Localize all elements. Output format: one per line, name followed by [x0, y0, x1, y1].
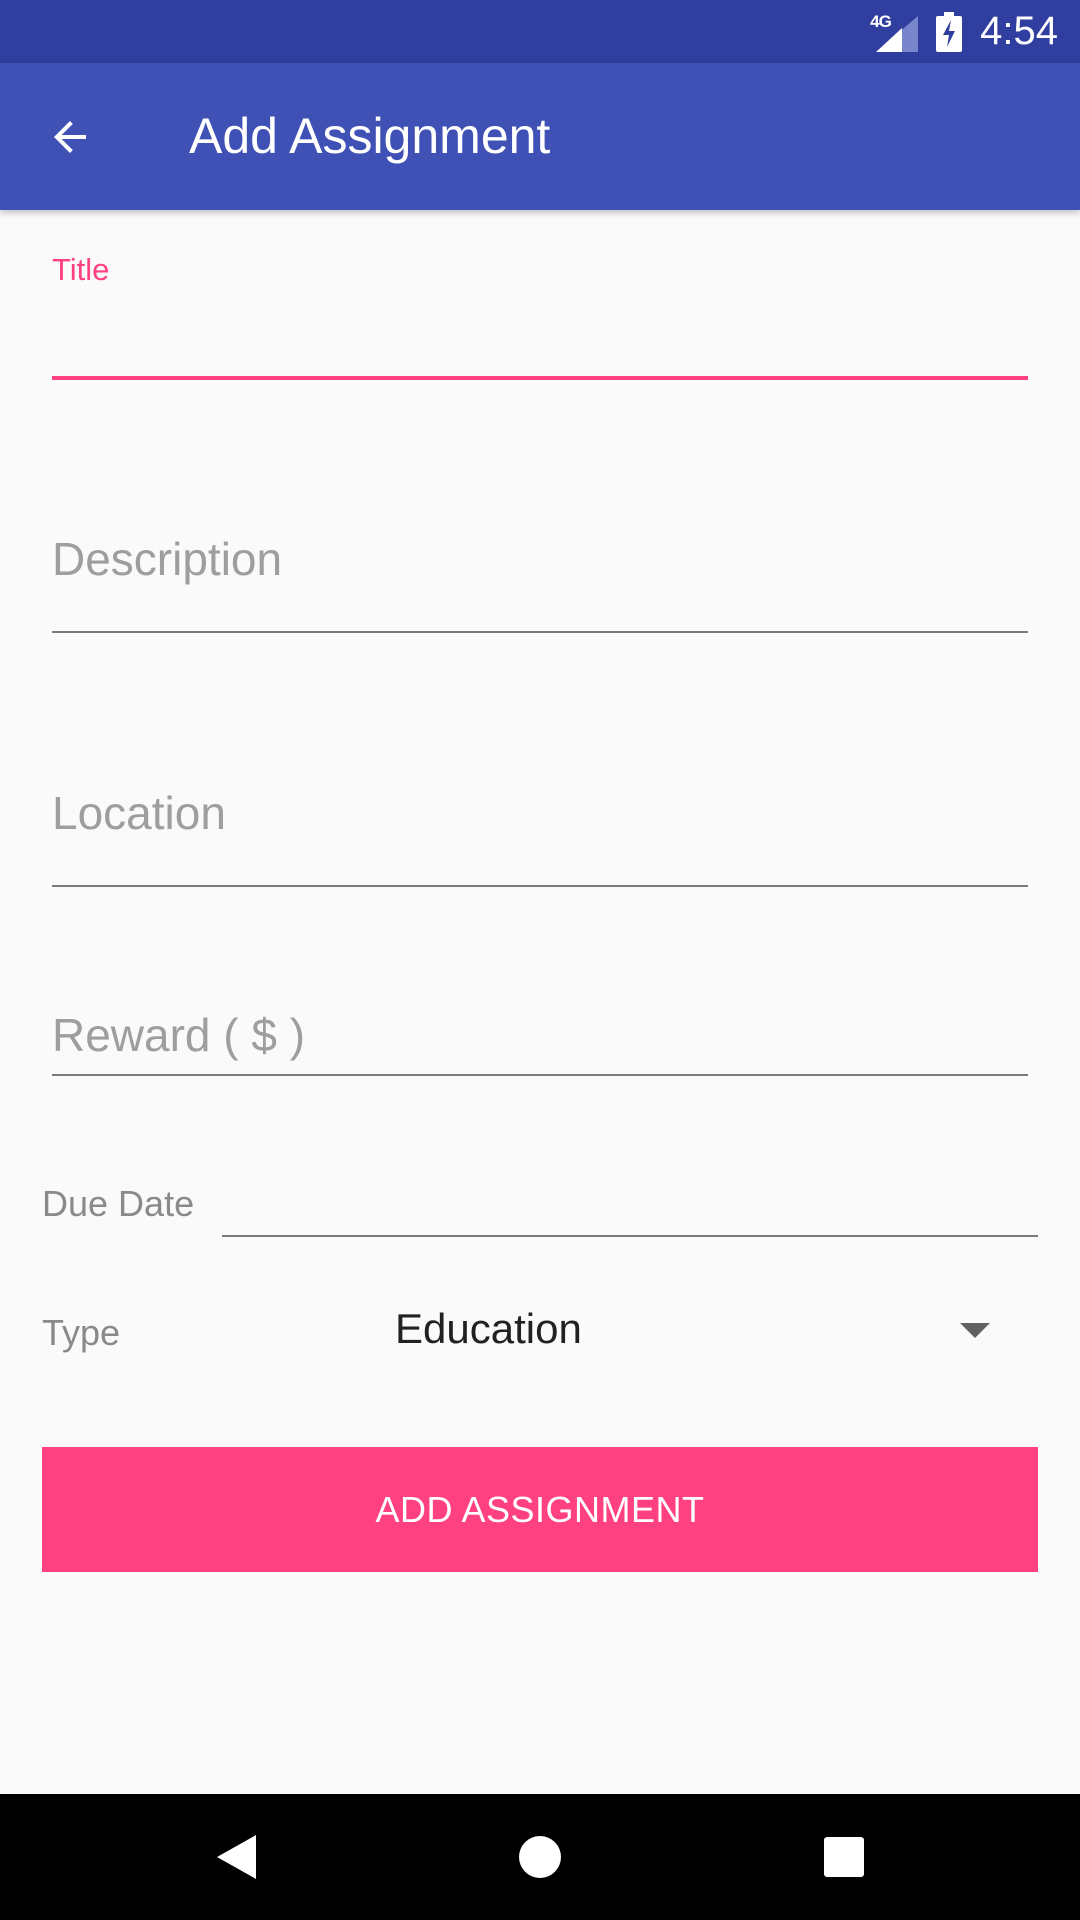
status-icons: 4G 4:54	[870, 0, 1058, 63]
add-assignment-button[interactable]: ADD ASSIGNMENT	[42, 1447, 1038, 1572]
page-title: Add Assignment	[189, 108, 551, 164]
arrow-back-icon	[54, 121, 86, 153]
signal-indicator: 4G	[870, 12, 919, 52]
title-label: Title	[52, 252, 110, 287]
due-date-input[interactable]	[222, 1170, 1038, 1226]
battery-charging-icon	[936, 11, 963, 52]
square-recents-icon	[824, 1837, 864, 1877]
title-underline	[52, 376, 1028, 380]
nav-back-button[interactable]	[166, 1794, 306, 1920]
triangle-back-icon	[217, 1835, 256, 1879]
app-bar: Add Assignment	[0, 63, 1080, 210]
status-bar: 4G 4:54	[0, 0, 1080, 63]
due-date-label: Due Date	[42, 1183, 195, 1224]
location-underline	[52, 885, 1028, 887]
signal-icon	[876, 15, 919, 52]
type-spinner[interactable]: Education	[395, 1305, 582, 1353]
description-input[interactable]	[52, 528, 1028, 590]
navigation-bar	[0, 1794, 1080, 1920]
nav-home-button[interactable]	[470, 1794, 610, 1920]
title-input[interactable]	[52, 300, 1028, 360]
clock: 4:54	[980, 9, 1058, 53]
location-input[interactable]	[52, 782, 1028, 844]
nav-recents-button[interactable]	[774, 1794, 914, 1920]
dropdown-arrow-icon[interactable]	[960, 1323, 990, 1338]
back-button[interactable]	[34, 101, 106, 173]
reward-underline	[52, 1074, 1028, 1076]
type-label: Type	[42, 1312, 121, 1353]
due-date-underline	[222, 1235, 1038, 1237]
description-underline	[52, 631, 1028, 633]
circle-home-icon	[519, 1836, 561, 1878]
reward-input[interactable]	[52, 1004, 1028, 1066]
